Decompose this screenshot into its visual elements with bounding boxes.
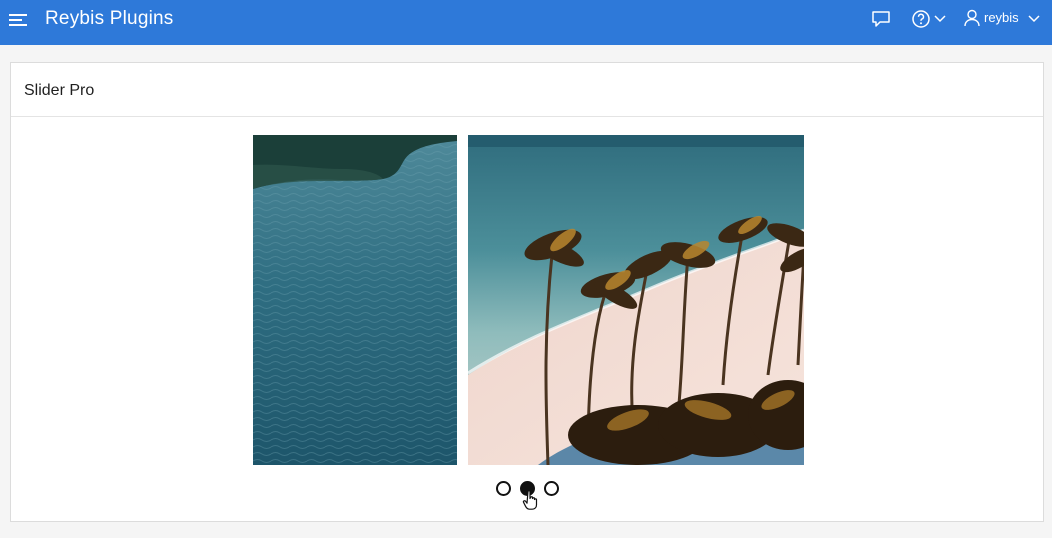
region-title: Slider Pro [24,82,95,99]
beach-palm-trees-image[interactable] [468,135,804,465]
chat-bubble-icon [872,11,890,27]
chevron-down-icon [934,15,946,23]
region-header: Slider Pro [11,63,1043,117]
top-navigation-bar: Reybis Plugins reybis [0,0,1052,45]
username-label: reybis [984,10,1019,25]
help-circle-icon [912,10,930,28]
app-title[interactable]: Reybis Plugins [45,8,173,30]
help-menu-button[interactable] [908,0,952,45]
slider-dot-3[interactable] [544,481,559,496]
chevron-down-icon [1028,15,1040,23]
slider-dot-1[interactable] [496,481,511,496]
feedback-button[interactable] [864,0,898,45]
user-menu-button[interactable]: reybis [964,0,1048,45]
user-icon [964,9,980,27]
ocean-water-image[interactable] [253,135,457,465]
hand-pointer-cursor-icon [522,490,538,510]
hamburger-menu-icon[interactable] [9,12,29,28]
slider-pro-region: Slider Pro [10,62,1044,522]
